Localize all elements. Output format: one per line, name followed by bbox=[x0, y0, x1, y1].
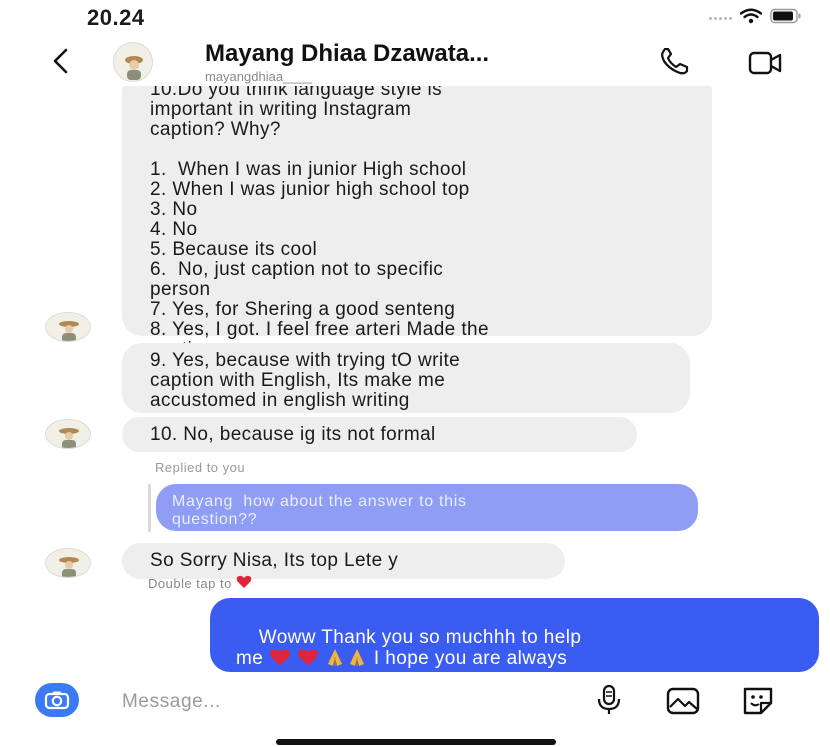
incoming-message[interactable]: 10. No, because ig its not formal bbox=[122, 417, 637, 452]
incoming-message[interactable]: So Sorry Nisa, Its top Lete y bbox=[122, 543, 565, 579]
message-thread[interactable]: 10.Do you think language style is import… bbox=[0, 86, 830, 674]
status-time: 20.24 bbox=[87, 5, 145, 30]
sticker-icon[interactable] bbox=[741, 686, 775, 721]
outgoing-message[interactable]: Woww Thank you so muchhh to help me I ho… bbox=[210, 598, 819, 674]
sender-avatar bbox=[45, 419, 91, 449]
home-indicator[interactable] bbox=[276, 739, 556, 745]
sender-avatar bbox=[45, 548, 91, 578]
image-icon[interactable] bbox=[666, 687, 700, 720]
incoming-message[interactable]: 10.Do you think language style is import… bbox=[122, 86, 712, 360]
heart-icon[interactable] bbox=[236, 575, 252, 592]
sender-avatar bbox=[45, 312, 91, 342]
reply-label: Replied to you bbox=[155, 460, 246, 475]
contact-name[interactable]: Mayang Dhiaa Dzawata... bbox=[205, 40, 489, 68]
folded-hands-icon bbox=[346, 648, 368, 672]
chevron-left-icon[interactable] bbox=[48, 45, 74, 82]
signal-icon bbox=[709, 17, 732, 20]
double-tap-hint: Double tap to bbox=[148, 575, 252, 592]
camera-icon[interactable] bbox=[35, 683, 79, 717]
status-icons bbox=[709, 8, 802, 29]
chat-header: Mayang Dhiaa Dzawata... mayangdhiaa____ bbox=[0, 36, 830, 86]
video-camera-icon[interactable] bbox=[748, 50, 784, 81]
incoming-message[interactable]: 9. Yes, because with trying tO write cap… bbox=[122, 343, 690, 413]
battery-icon bbox=[770, 8, 802, 29]
heart-icon bbox=[297, 648, 319, 672]
double-tap-label: Double tap to bbox=[148, 576, 232, 591]
phone-icon[interactable] bbox=[658, 47, 692, 81]
heart-icon bbox=[269, 648, 291, 672]
avatar[interactable] bbox=[113, 42, 153, 82]
quoted-message[interactable]: Mayang how about the answer to this ques… bbox=[156, 484, 698, 531]
folded-hands-icon bbox=[324, 648, 346, 672]
reply-divider bbox=[148, 484, 151, 532]
message-composer bbox=[22, 678, 812, 722]
wifi-icon bbox=[739, 8, 763, 29]
status-bar: 20.24 bbox=[0, 0, 830, 36]
microphone-icon[interactable] bbox=[596, 684, 622, 721]
contact-username: mayangdhiaa____ bbox=[205, 69, 312, 84]
message-input[interactable] bbox=[120, 688, 564, 716]
